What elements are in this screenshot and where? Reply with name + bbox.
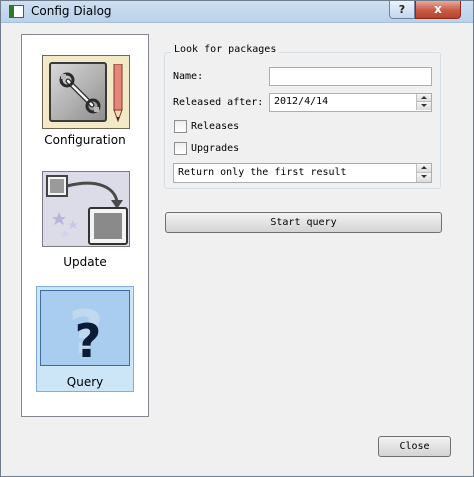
upgrades-label: Upgrades: [191, 143, 240, 154]
releases-label: Releases: [191, 121, 240, 132]
start-query-button[interactable]: Start query: [165, 212, 442, 233]
config-dialog-window: Config Dialog ? x Configuration Update ?…: [0, 0, 474, 477]
arrow-up-icon: [421, 166, 427, 169]
app-icon: [9, 5, 24, 18]
svg-text:?: ?: [75, 314, 102, 367]
page-list: Configuration Update ? ? Query: [21, 34, 149, 417]
configuration-icon: [42, 55, 130, 129]
date-spin-up-button[interactable]: [416, 94, 431, 102]
close-button[interactable]: Close: [378, 436, 451, 457]
sidebar-item-label: Configuration: [44, 133, 126, 147]
releases-checkbox[interactable]: [174, 120, 187, 133]
sidebar-item-label: Update: [63, 255, 107, 269]
arrow-up-icon: [421, 96, 427, 99]
select-up-button[interactable]: [416, 164, 431, 173]
group-title: Look for packages: [171, 44, 280, 55]
sidebar-item-query[interactable]: ? ? Query: [36, 286, 134, 392]
sidebar-item-label: Query: [66, 375, 104, 389]
window-title: Config Dialog: [31, 4, 112, 18]
arrow-down-icon: [421, 175, 427, 178]
result-option-value: Return only the first result: [178, 167, 347, 178]
title-bar: Config Dialog ? x: [1, 1, 473, 23]
name-label: Name:: [173, 71, 204, 82]
released-after-label: Released after:: [173, 97, 264, 108]
query-icon: ? ?: [40, 290, 130, 368]
window-close-button[interactable]: x: [415, 1, 461, 19]
released-after-date-field[interactable]: 2012/4/14: [269, 93, 432, 112]
sidebar-item-update[interactable]: Update: [36, 171, 134, 281]
result-option-select[interactable]: Return only the first result: [173, 163, 432, 183]
released-after-value: 2012/4/14: [274, 96, 329, 107]
select-down-button[interactable]: [416, 173, 431, 182]
name-input[interactable]: [269, 67, 432, 86]
arrow-down-icon: [421, 104, 427, 107]
date-spin-down-button[interactable]: [416, 102, 431, 110]
sidebar-item-configuration[interactable]: Configuration: [36, 49, 134, 161]
upgrades-checkbox[interactable]: [174, 142, 187, 155]
help-button[interactable]: ?: [389, 1, 415, 19]
update-icon: [42, 171, 130, 247]
